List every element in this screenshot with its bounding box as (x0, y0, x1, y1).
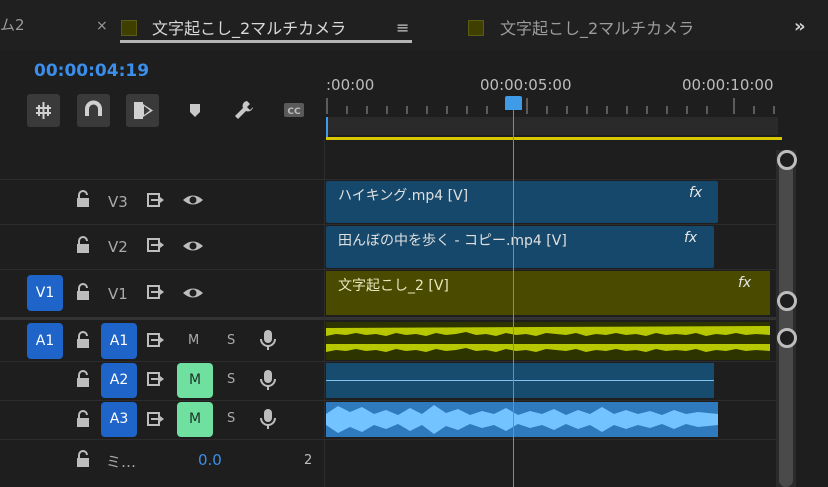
track-divider (0, 269, 776, 270)
track-divider (0, 224, 776, 225)
eye-icon[interactable] (182, 192, 204, 212)
track-label-a2[interactable]: A2 (101, 363, 137, 398)
master-track-label[interactable]: ミ… (106, 451, 136, 472)
work-area-bar[interactable] (326, 117, 778, 135)
audio-waveform (326, 326, 770, 352)
solo-button-a1[interactable]: S (227, 333, 235, 348)
mic-icon[interactable] (259, 369, 277, 395)
sync-lock-icon[interactable] (146, 191, 166, 213)
sequence-color-icon (121, 20, 137, 36)
playhead-timecode[interactable]: 00:00:04:19 (34, 61, 149, 81)
master-channels: 2 (304, 453, 313, 468)
sync-lock-icon[interactable] (146, 236, 166, 258)
clip-v2[interactable]: 田んぼの中を歩く - コピー.mp4 [V] fx (326, 226, 714, 268)
source-patch-v1[interactable]: V1 (27, 275, 63, 311)
playhead-handle[interactable] (505, 96, 522, 110)
captions-icon[interactable]: CC (282, 98, 306, 122)
mute-button-a2[interactable]: M (177, 363, 213, 398)
sync-lock-icon[interactable] (146, 283, 166, 305)
clip-name: 田んぼの中を歩く - コピー.mp4 [V] (338, 233, 567, 249)
lock-icon[interactable] (75, 283, 91, 305)
render-bar (326, 137, 782, 140)
svg-text:CC: CC (287, 107, 301, 117)
track-label-a3[interactable]: A3 (101, 402, 137, 437)
in-point-marker (326, 117, 328, 137)
lock-icon[interactable] (75, 331, 91, 353)
video-zoom-handle-top[interactable] (777, 150, 797, 170)
ruler-label-10s: 00:00:10:00 (682, 76, 774, 94)
tab-inactive-sequence[interactable]: 文字起こし_2マルチカメラ (500, 15, 694, 39)
video-zoom-handle-bottom[interactable] (777, 291, 797, 311)
audio-zoom-handle-top[interactable] (777, 328, 797, 348)
lock-icon[interactable] (75, 370, 91, 392)
track-divider (0, 400, 776, 401)
active-tab-indicator (120, 40, 412, 43)
mute-button-a1[interactable]: M (188, 333, 199, 348)
lock-icon[interactable] (75, 190, 91, 212)
fx-badge: fx (684, 230, 698, 246)
track-divider (0, 439, 776, 440)
clip-name: 文字起こし_2 [V] (338, 278, 449, 294)
sequence-color-icon (468, 20, 484, 36)
track-divider (0, 179, 776, 180)
tab-active-sequence[interactable]: 文字起こし_2マルチカメラ (152, 15, 346, 39)
vertical-scrollbar-thumb[interactable] (779, 150, 793, 487)
tab-partial[interactable]: ム2 (0, 14, 25, 35)
magnet-icon[interactable] (77, 94, 110, 127)
clip-v3[interactable]: ハイキング.mp4 [V] fx (326, 181, 718, 223)
clip-a3[interactable] (326, 402, 718, 437)
sync-lock-icon[interactable] (146, 370, 166, 392)
clip-a1[interactable] (326, 322, 770, 360)
fx-badge: fx (738, 275, 752, 291)
lock-icon[interactable] (75, 410, 91, 432)
video-audio-separator (0, 317, 776, 320)
lock-icon[interactable] (75, 450, 91, 472)
sync-lock-icon[interactable] (146, 410, 166, 432)
marker-icon[interactable] (183, 98, 207, 122)
audio-waveform-flat (326, 380, 714, 381)
eye-icon[interactable] (182, 285, 204, 305)
sync-lock-icon[interactable] (146, 331, 166, 353)
track-label-v3[interactable]: V3 (108, 193, 128, 211)
snap-icon[interactable] (27, 94, 60, 127)
mic-icon[interactable] (259, 408, 277, 434)
header-timeline-divider (324, 140, 325, 487)
ruler-label-start: :00:00 (326, 76, 375, 94)
solo-button-a2[interactable]: S (227, 372, 235, 387)
clip-v1-nested[interactable]: 文字起こし_2 [V] fx (326, 271, 770, 315)
more-tabs-button[interactable]: » (794, 16, 806, 37)
ruler-label-5s: 00:00:05:00 (480, 76, 572, 94)
mute-button-a3[interactable]: M (177, 402, 213, 437)
mic-icon[interactable] (259, 329, 277, 355)
wrench-icon[interactable] (232, 98, 256, 122)
audio-waveform (326, 402, 718, 437)
solo-button-a3[interactable]: S (227, 411, 235, 426)
fx-badge: fx (689, 185, 703, 201)
time-ruler[interactable] (326, 96, 782, 116)
clip-a2[interactable] (326, 363, 714, 398)
track-label-v1[interactable]: V1 (108, 285, 128, 303)
track-divider (0, 361, 776, 362)
track-label-v2[interactable]: V2 (108, 238, 128, 256)
clip-name: ハイキング.mp4 [V] (338, 188, 469, 204)
close-tab-button[interactable]: × (96, 18, 108, 34)
source-patch-a1[interactable]: A1 (27, 323, 63, 359)
linked-selection-icon[interactable] (126, 94, 159, 127)
playhead-line[interactable] (513, 100, 514, 487)
lock-icon[interactable] (75, 236, 91, 258)
track-label-a1[interactable]: A1 (101, 323, 137, 359)
tab-menu-button[interactable]: ≡ (396, 18, 409, 37)
eye-icon[interactable] (182, 238, 204, 258)
master-volume-value[interactable]: 0.0 (198, 451, 222, 469)
